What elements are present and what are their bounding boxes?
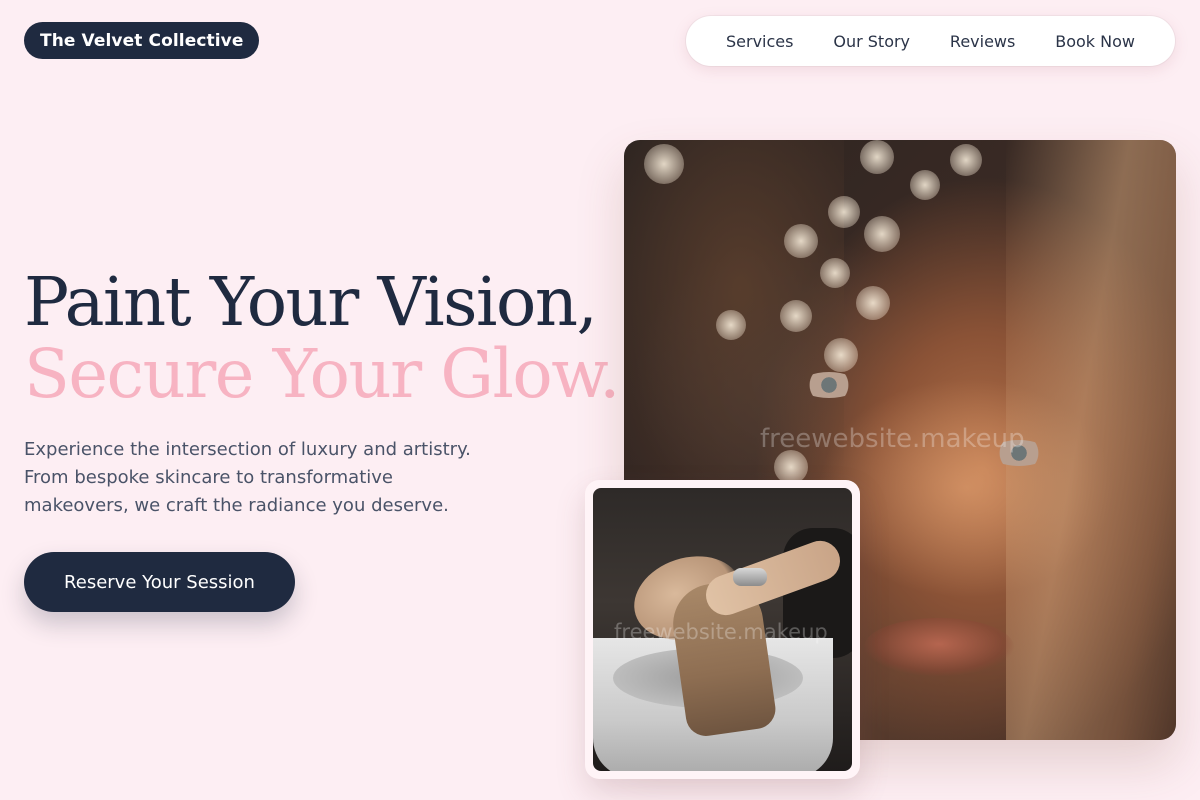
bokeh-light [644, 144, 684, 184]
portrait-lips [864, 618, 1014, 676]
bokeh-light [784, 224, 818, 258]
bokeh-light [824, 338, 858, 372]
bokeh-light [860, 140, 894, 174]
landing-page: The Velvet Collective Services Our Story… [0, 0, 1200, 800]
hero-headline: Paint Your Vision, Secure Your Glow. [24, 263, 620, 413]
bokeh-light [910, 170, 940, 200]
brand-name: The Velvet Collective [40, 30, 244, 51]
brand-logo[interactable]: The Velvet Collective [24, 22, 260, 59]
bokeh-light [780, 300, 812, 332]
shower-nozzle [733, 568, 767, 586]
top-nav: Services Our Story Reviews Book Now [686, 16, 1175, 66]
portrait-eye-left [800, 372, 858, 398]
hero-headline-line1: Paint Your Vision, [24, 263, 598, 341]
reserve-session-button[interactable]: Reserve Your Session [24, 552, 295, 612]
salon-image-card [585, 480, 860, 779]
hero-headline-line2: Secure Your Glow. [24, 335, 620, 413]
hair-wash-image [593, 488, 852, 771]
bokeh-light [950, 144, 982, 176]
bokeh-light [856, 286, 890, 320]
bokeh-light [828, 196, 860, 228]
portrait-eye-right [990, 440, 1048, 466]
bokeh-light [820, 258, 850, 288]
bokeh-light [716, 310, 746, 340]
nav-item-reviews[interactable]: Reviews [950, 32, 1015, 51]
portrait-hair-right [1006, 140, 1176, 740]
nav-item-book-now[interactable]: Book Now [1055, 32, 1135, 51]
nav-item-our-story[interactable]: Our Story [833, 32, 910, 51]
bokeh-light [864, 216, 900, 252]
bokeh-light [774, 450, 808, 484]
nav-item-services[interactable]: Services [726, 32, 793, 51]
hero-description: Experience the intersection of luxury an… [24, 439, 471, 516]
